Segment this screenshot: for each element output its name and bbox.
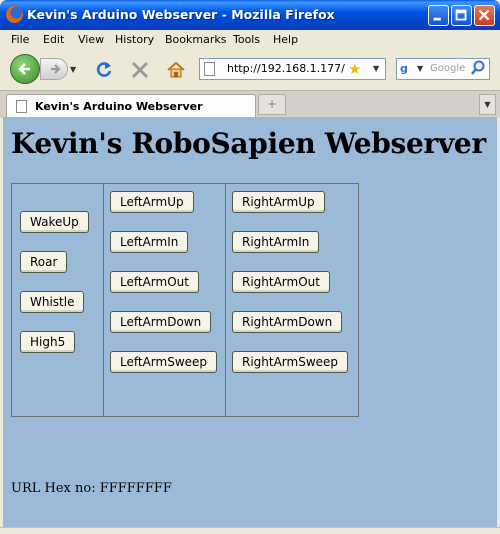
reload-icon[interactable] [94,60,114,80]
address-bar[interactable]: http://192.168.1.177/ ★ ▼ [199,58,386,80]
page-icon [204,62,215,76]
stop-icon[interactable] [130,60,150,80]
right-arm-out-button[interactable]: RightArmOut [232,271,330,293]
tab-active[interactable]: Kevin's Arduino Webserver [6,94,256,118]
command-table: WakeUp Roar Whistle High5 LeftArmUp Left… [11,183,359,417]
left-arm-out-button[interactable]: LeftArmOut [110,271,199,293]
wakeup-button[interactable]: WakeUp [20,211,89,233]
navigation-toolbar: ▼ http://192.168.1.177/ ★ ▼ g ▼ Google [0,50,500,90]
left-arm-in-button[interactable]: LeftArmIn [110,231,189,253]
tab-page-icon [16,100,27,113]
menu-bar: File Edit View History Bookmarks Tools H… [0,30,500,50]
high5-button[interactable]: High5 [20,331,76,353]
search-bar[interactable]: g ▼ Google [396,58,490,80]
right-arm-in-button[interactable]: RightArmIn [232,231,320,253]
star-icon[interactable]: ★ [348,60,361,78]
maximize-button[interactable] [451,5,472,26]
tab-strip: Kevin's Arduino Webserver + ▼ [0,90,500,118]
right-arm-down-button[interactable]: RightArmDown [232,311,343,333]
url-dropdown-icon[interactable]: ▼ [373,64,379,73]
search-placeholder[interactable]: Google [430,63,465,74]
minimize-icon [433,17,441,21]
menu-edit[interactable]: Edit [43,33,64,46]
left-arm-up-button[interactable]: LeftArmUp [110,191,194,213]
home-icon[interactable] [166,60,186,80]
tab-list-dropdown-icon[interactable]: ▼ [479,94,496,115]
right-arm-up-button[interactable]: RightArmUp [232,191,325,213]
new-tab-button[interactable]: + [258,94,286,115]
right-arm-column: RightArmUp RightArmIn RightArmOut RightA… [226,184,358,416]
menu-help[interactable]: Help [273,33,298,46]
left-arm-column: LeftArmUp LeftArmIn LeftArmOut LeftArmDo… [104,184,226,416]
web-content: Kevin's RoboSapien Webserver WakeUp Roar… [3,117,497,527]
forward-button[interactable] [40,58,68,80]
google-icon[interactable]: g [400,62,414,76]
left-arm-sweep-button[interactable]: LeftArmSweep [110,351,218,373]
menu-view[interactable]: View [78,33,104,46]
firefox-logo-icon [6,6,23,23]
close-icon [478,9,490,21]
search-engine-dropdown-icon[interactable]: ▼ [417,64,423,73]
left-arm-down-button[interactable]: LeftArmDown [110,311,212,333]
general-commands-column: WakeUp Roar Whistle High5 [12,184,104,416]
minimize-button[interactable] [428,5,449,26]
whistle-button[interactable]: Whistle [20,291,85,313]
magnifier-icon[interactable] [470,60,486,76]
title-bar[interactable]: Kevin's Arduino Webserver - Mozilla Fire… [0,0,500,30]
url-text[interactable]: http://192.168.1.177/ [227,62,345,75]
forward-arrow-icon [51,64,61,74]
right-arm-sweep-button[interactable]: RightArmSweep [232,351,349,373]
back-arrow-icon [18,63,30,75]
tab-title: Kevin's Arduino Webserver [35,100,203,113]
menu-file[interactable]: File [11,33,29,46]
maximize-icon [455,9,467,21]
url-hex-readout: URL Hex no: FFFFFFFF [11,481,172,496]
roar-button[interactable]: Roar [20,251,68,273]
window-title: Kevin's Arduino Webserver - Mozilla Fire… [27,7,335,22]
close-button[interactable] [474,5,495,26]
back-button[interactable] [10,54,40,84]
menu-tools[interactable]: Tools [233,33,260,46]
history-dropdown-icon[interactable]: ▼ [70,65,76,74]
page-title: Kevin's RoboSapien Webserver [11,127,486,160]
menu-history[interactable]: History [115,33,154,46]
menu-bookmarks[interactable]: Bookmarks [165,33,226,46]
